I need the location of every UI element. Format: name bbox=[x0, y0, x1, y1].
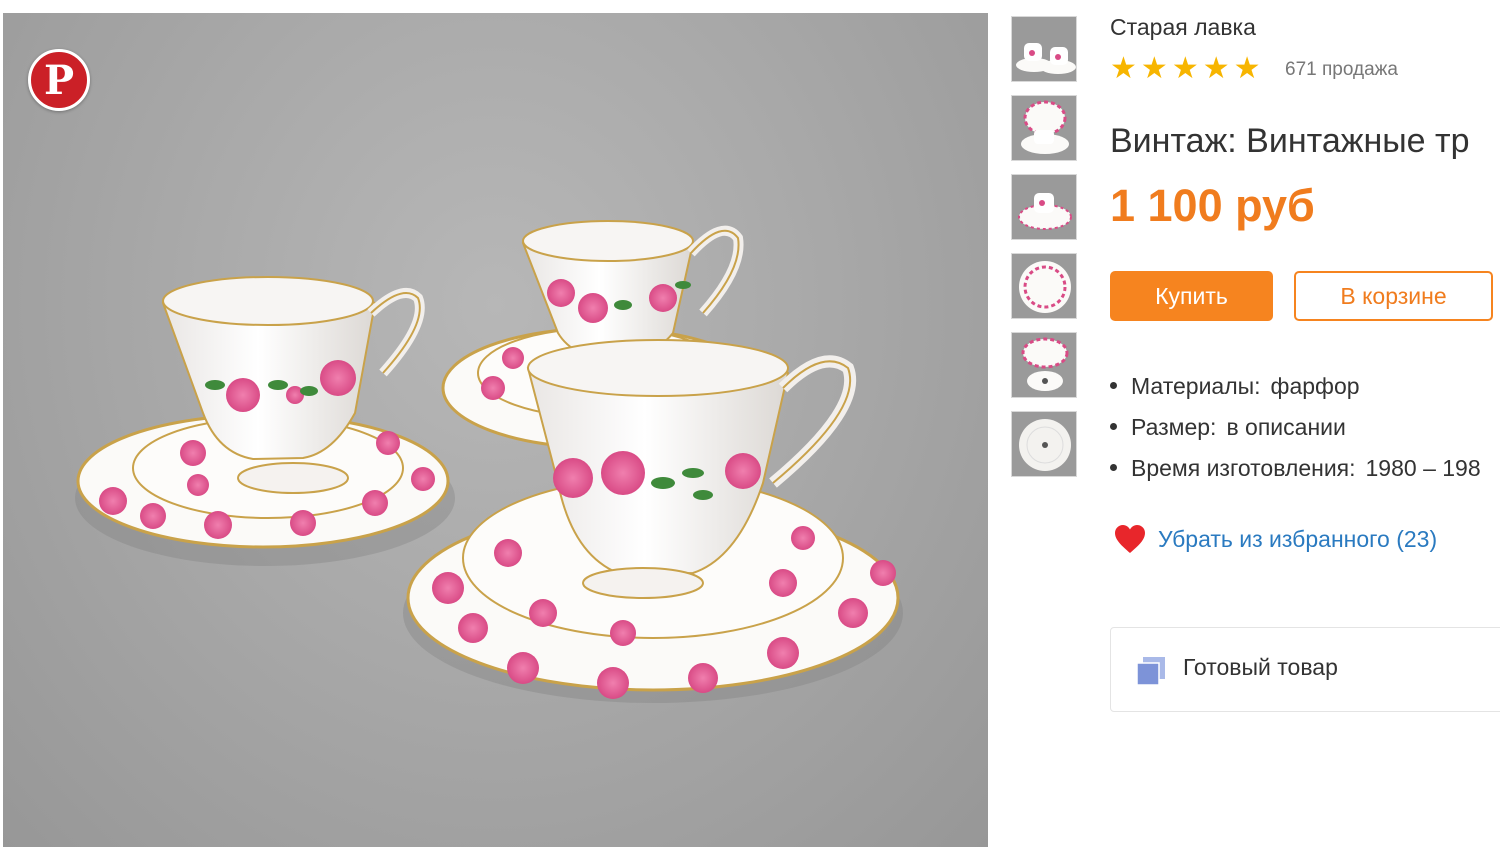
thumbnail-plate-stamp-icon bbox=[1021, 337, 1069, 391]
properties-list: Материалы: фарфор Размер: в описании Время… bbox=[1110, 368, 1500, 491]
product-photo[interactable]: P bbox=[3, 13, 988, 847]
thumbnail-bottom-icon bbox=[1019, 419, 1071, 471]
sales-count: 671 продажа bbox=[1285, 59, 1398, 80]
in-cart-button[interactable]: В корзине bbox=[1294, 271, 1493, 321]
thumbnail-strip bbox=[1011, 16, 1079, 490]
property-materials: Материалы: фарфор bbox=[1110, 368, 1500, 409]
pinterest-icon: P bbox=[43, 56, 75, 104]
property-value: в описании bbox=[1226, 414, 1346, 440]
thumbnail-3[interactable] bbox=[1011, 174, 1077, 240]
thumbnail-plate-cup-icon bbox=[1021, 100, 1069, 154]
thumbnail-5[interactable] bbox=[1011, 332, 1077, 398]
property-label: Материалы: bbox=[1131, 373, 1261, 399]
product-price: 1 100 руб bbox=[1110, 180, 1315, 231]
bullet-icon bbox=[1110, 382, 1117, 390]
thumbnail-trio-icon bbox=[1018, 193, 1072, 230]
box-icon bbox=[1136, 657, 1165, 686]
star-icon: ★ bbox=[1202, 52, 1230, 85]
thumbnail-plate-icon bbox=[1019, 261, 1071, 313]
thumbnail-2[interactable] bbox=[1011, 95, 1077, 161]
thumbnail-6[interactable] bbox=[1011, 411, 1077, 477]
property-value: 1980 – 198 bbox=[1365, 455, 1481, 481]
bullet-icon bbox=[1110, 464, 1117, 472]
thumbnail-4[interactable] bbox=[1011, 253, 1077, 319]
property-value: фарфор bbox=[1270, 373, 1360, 399]
favorite-label: Убрать из избранного (23) bbox=[1158, 525, 1438, 552]
star-icon: ★ bbox=[1110, 52, 1137, 85]
teacup-set-illustration bbox=[75, 220, 903, 703]
buy-button[interactable]: Купить bbox=[1110, 271, 1273, 321]
thumbnail-cups-icon bbox=[1016, 43, 1076, 74]
pinterest-button[interactable]: P bbox=[28, 49, 90, 111]
property-production-time: Время изготовления: 1980 – 198 bbox=[1110, 450, 1500, 491]
shop-name-link[interactable]: Старая лавка bbox=[1110, 14, 1256, 41]
bullet-icon bbox=[1110, 423, 1117, 431]
star-icon: ★ bbox=[1171, 52, 1199, 85]
star-icon: ★ bbox=[1140, 52, 1168, 85]
heart-icon bbox=[1115, 525, 1145, 553]
ready-product-label: Готовый товар bbox=[1183, 654, 1338, 680]
remove-from-favorites-link[interactable]: Убрать из избранного (23) bbox=[1114, 524, 1437, 554]
property-label: Время изготовления: bbox=[1131, 455, 1356, 481]
property-size: Размер: в описании bbox=[1110, 409, 1500, 450]
thumbnail-1[interactable] bbox=[1011, 16, 1077, 82]
ready-product-box: Готовый товар bbox=[1110, 627, 1500, 712]
star-icon: ★ bbox=[1233, 52, 1261, 85]
product-title: Винтаж: Винтажные тр bbox=[1110, 122, 1470, 160]
rating-stars: ★ ★ ★ ★ ★ bbox=[1110, 53, 1265, 85]
property-label: Размер: bbox=[1131, 414, 1217, 440]
